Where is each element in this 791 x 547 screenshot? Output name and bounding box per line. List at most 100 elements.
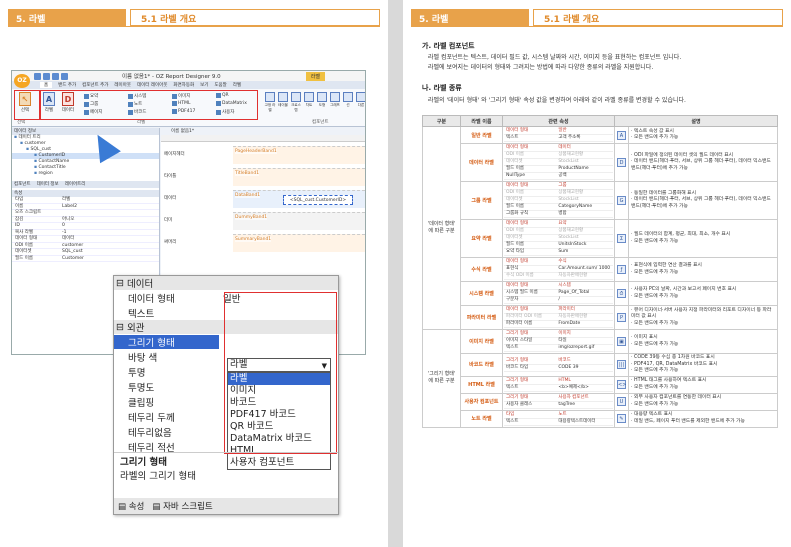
props-cell: 데이터 형태 요약 ODI 이름 상품재고현황 데이터셋 StockList 필드 이름 Un… [502,219,615,258]
group-cell: '그리기 형태' 에 따른 구분 [422,329,461,428]
component-icon [278,92,288,102]
label-type-icon: D [617,158,626,167]
context-tab-label[interactable]: 라벨 [305,71,325,81]
props-cell: 타입 노트 텍스트 대용량텍스트데이터 [502,409,615,428]
description-cell: · 동일한 데이터를 그룹화해 표시 · 데이터 밴드(헤더·푸터, 서브, 상… [628,181,778,220]
highlight-box-dropdown [224,292,337,454]
ribbon-tab[interactable]: 홈 [40,82,53,88]
prop-pair: 구분자 / [504,296,613,304]
ribbon-tab[interactable]: 밴드 추가 [58,82,76,88]
description-cell: · ODI 파일에 정의된 데이터 셋의 필드 데이터 표시 · 데이터 밴드(… [628,143,778,182]
prop-pair: 바코드 타입 CODE 39 [504,364,613,372]
data-tree: ▪ 데이터 트리 ▪ customer ▪ SQL_cust ▪ CustomerID… [12,135,159,177]
label-name-cell: HTML 라벨 [460,375,503,394]
label-type-icon: P [617,313,626,322]
property-row[interactable]: 필드 이름 Customer [12,256,159,262]
property-description: 그리기 형태 라벨의 그리기 형태 [114,452,338,492]
prop-pair: 텍스트 대용량텍스트데이터 [504,418,613,426]
ribbon-component-button[interactable]: 도형 [316,92,328,108]
settings-icon[interactable] [61,73,68,80]
label-name-cell: 수식 라벨 [460,257,503,282]
ribbon-component-button[interactable]: 고정 라벨 [264,92,276,113]
report-band[interactable]: TitleBand1 [233,168,365,186]
label-type-icon: ƒ [617,265,626,274]
left-panel-tab[interactable]: 데이터 정보 [37,181,59,188]
component-icon [343,92,353,102]
table-row: 바코드 라벨 그리기 형태 바코드 바코드 타입 CODE 39 ||| · CODE 39… [423,353,778,377]
label-type-icon: Σ [617,234,626,243]
prop-pair: 수식 ODI 이름 자동차판매현황 [504,272,613,280]
label-name-cell: 그룹 라벨 [460,181,503,220]
ribbon-component-button[interactable]: 선 [342,92,354,108]
tree-item[interactable]: ▪ region [12,171,159,177]
props-mini-table: 데이터 형태 그룹 ODI 이름 상품재고현황 데이터셋 StockList 필드 이름 Ca… [504,183,613,218]
category-data[interactable]: ⊟ 데이터 [114,276,338,290]
report-band[interactable]: DataBand1 <SQL_cust.CustomerID> [233,190,365,208]
description-cell: · 뷰어 디자이너·서버 사용자 지정 파라미터와 리포트 디자이너 등 파라미… [628,305,778,330]
table-row: 노트 라벨 타입 노트 텍스트 대용량텍스트데이터 ✎ · 대용량 텍스트 표시 · 데일 … [423,409,778,428]
section-title: 5.1 라벨 개요 [130,9,380,26]
table-row: 시스템 라벨 데이터 형태 시스템 시스템 필드 이름 Page_Of_Total 구분자… [423,281,778,306]
label-types-table: 구분 라벨 이름 관련 속성 설명 '데이터 형태' 에 따른 구분 일반 라벨 데이터 … [422,115,778,428]
label-name-cell: 데이터 라벨 [460,143,503,182]
open-icon[interactable] [43,73,50,80]
section-title-right: 5.1 라벨 개요 [533,9,783,26]
props-cell: 데이터 형태 파라미터 파라미터 ODI 이름 자동차판매현황 파라미터 이름 FromD… [502,305,615,330]
tab-properties[interactable]: ▤ 속성 [118,500,144,512]
oz-logo-icon[interactable]: OZ [14,74,30,88]
new-icon[interactable] [34,73,41,80]
prop-pair: 요약 타입 Sum [504,248,613,256]
prop-pair: 텍스트 img/ozreport.gif [504,344,613,352]
document-tab[interactable]: 이름 없음1* [161,128,365,135]
chapter-title-right: 5. 라벨 [411,9,529,26]
label-type-icon: ✎ [617,414,626,423]
description-cell: · HTML 태그를 사용하여 텍스트 표시 · 모든 밴드에 추가 가능 [628,375,778,394]
save-icon[interactable] [52,73,59,80]
label-name-cell: 파라미터 라벨 [460,305,503,330]
props-mini-table: 데이터 형태 수식 표현식 Car.Amount.sum/ 1000 수식 ODI 이름… [504,259,613,280]
ribbon-tab[interactable]: 도움말 [214,82,226,88]
ribbon-component-button[interactable]: 크로스탭 [290,92,302,113]
props-cell: 데이터 형태 데이터 ODI 이름 상품재고현황 데이터셋 StockList 필드 이름 P… [502,143,615,182]
description-cell: · CODE 39등 수십 종 1차원 바코드 표시 · PDF417, QR,… [628,353,778,377]
props-cell: 데이터 형태 일반 텍스트 고객 주소록 [502,126,615,144]
band-label: 데이터 [164,196,177,201]
ribbon-tab[interactable]: 라벨 [233,82,241,88]
ribbon-tab[interactable]: 데이터 레이아웃 [137,82,167,88]
property-grid: 타입 라벨 이름 Label2 오즈 스크립트 잠김 아니오 ID 0 복사 라벨 -1 데이터 형태… [12,197,159,262]
label-name-cell: 이미지 라벨 [460,329,503,354]
prop-pair: ODI 이름 상품재고현황 [504,151,613,159]
ribbon-tab[interactable]: 보기 [200,82,208,88]
label-name-cell: 바코드 라벨 [460,353,503,377]
props-cell: 그리기 형태 이미지 이미지 스타일 타일 텍스트 img/ozreport.gif [502,329,615,354]
description-cell: · 외부 사용자 컴포넌트를 연동한 데이터 표시 · 모든 밴드에 추가 가능 [628,392,778,411]
component-icon [330,92,340,102]
ribbon-component-button[interactable]: 그래프 [329,92,341,108]
component-icon [317,92,327,102]
tab-javascript[interactable]: ▤ 자바 스크립트 [152,500,212,512]
ribbon-tab[interactable]: 컴포넌트 추가 [82,82,108,88]
prop-pair: ODI 이름 상품재고현황 [504,227,613,235]
page-header: 5. 라벨 5.1 라벨 개요 [8,9,380,26]
ribbon-tab[interactable]: 화면자동화 [173,82,194,88]
field-label-box[interactable]: <SQL_cust.CustomerID> [283,195,353,205]
left-panel-tab[interactable]: 컴포넌트 [14,181,31,188]
component-icon [291,92,301,102]
prop-pair: 텍스트 고객 주소록 [504,134,613,142]
header-rule [8,26,380,27]
band-label: 더미 [164,218,173,223]
props-cell: 데이터 형태 시스템 시스템 필드 이름 Page_Of_Total 구분자 / [502,281,615,306]
quick-access-toolbar [34,73,68,80]
report-band[interactable]: DummyBand1 [233,212,365,230]
report-band[interactable]: PageHeaderBand1 [233,146,365,164]
ribbon-component-button[interactable]: 테이블 [277,92,289,108]
ribbon-component-button[interactable]: 차트 [303,92,315,108]
ribbon-tab[interactable]: 레이아웃 [114,82,131,88]
ruler [161,135,365,142]
report-band[interactable]: SummaryBand1 [233,234,365,252]
left-panel-tabs: 컴포넌트 데이터 정보 레이어트리 [12,181,159,188]
props-mini-table: 데이터 형태 파라미터 파라미터 ODI 이름 자동차판매현황 파라미터 이름 FromD… [504,307,613,328]
ribbon-component-button[interactable]: 다른 [355,92,365,108]
group-cell: '데이터 형태' 에 따른 구분 [422,126,461,330]
left-panel-tab[interactable]: 레이어트리 [65,181,86,188]
